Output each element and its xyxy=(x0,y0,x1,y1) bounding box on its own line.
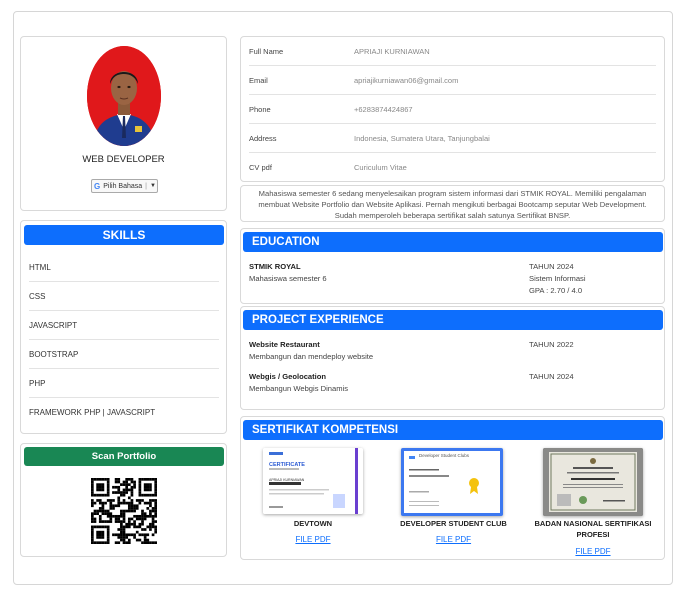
scan-title: Scan Portfolio xyxy=(24,447,224,466)
school-name: STMIK ROYAL xyxy=(249,262,301,271)
certificate-link[interactable]: FILE PDF xyxy=(529,541,657,559)
info-row-address: Address Indonesia, Sumatera Utara, Tanju… xyxy=(249,124,656,153)
project-name: Website Restaurant xyxy=(249,340,320,349)
skill-item: CSS xyxy=(29,282,219,311)
skill-item: JAVASCRIPT xyxy=(29,311,219,340)
certificate-link[interactable]: FILE PDF xyxy=(391,529,516,547)
google-icon: G xyxy=(94,181,101,191)
info-label: Email xyxy=(249,76,268,85)
file-pdf-link[interactable]: FILE PDF xyxy=(295,535,330,544)
certificate-name: DEVTOWN xyxy=(293,519,333,528)
certificate-image-title: CERTIFICATE xyxy=(269,462,305,468)
certificates-card: SERTIFIKAT KOMPETENSI CERTIFICATE APRIAJ… xyxy=(240,416,665,560)
about-text: Mahasiswa semester 6 sedang menyelesaika… xyxy=(240,185,665,222)
project-year: TAHUN 2022 xyxy=(529,340,574,349)
skill-item: FRAMEWORK PHP | JAVASCRIPT xyxy=(29,408,156,417)
certificate-link[interactable]: FILE PDF xyxy=(253,529,373,547)
skill-item: HTML xyxy=(29,253,219,282)
info-value: Indonesia, Sumatera Utara, Tanjungbalai xyxy=(354,134,490,143)
qr-code[interactable] xyxy=(91,478,158,549)
info-label: CV pdf xyxy=(249,163,272,172)
file-pdf-link[interactable]: FILE PDF xyxy=(575,547,610,556)
scan-portfolio-card: Scan Portfolio xyxy=(20,443,227,557)
language-label: Pilih Bahasa xyxy=(103,182,143,190)
certificate-dsc-image[interactable] xyxy=(401,448,503,516)
profile-card: WEB DEVELOPER G Pilih Bahasa | ▼ xyxy=(20,36,227,211)
job-title: WEB DEVELOPER xyxy=(82,154,165,165)
info-row-email: Email apriajikurniawan06@gmail.com xyxy=(249,66,656,95)
education-gpa: GPA : 2.70 / 4.0 xyxy=(529,286,583,295)
education-title: EDUCATION xyxy=(243,232,663,252)
education-card: EDUCATION STMIK ROYAL Mahasiswa semester… xyxy=(240,228,665,304)
projects-title: PROJECT EXPERIENCE xyxy=(243,310,663,330)
skill-item: BOOTSTRAP xyxy=(29,340,219,369)
education-year: TAHUN 2024 xyxy=(529,262,574,271)
project-name: Webgis / Geolocation xyxy=(249,372,327,381)
info-row-phone: Phone +6283874424867 xyxy=(249,95,656,124)
project-year: TAHUN 2024 xyxy=(529,372,574,381)
project-experience-card: PROJECT EXPERIENCE Website Restaurant Me… xyxy=(240,306,665,410)
personal-info-card: Full Name APRIAJI KURNIAWAN Email apriaj… xyxy=(240,36,665,182)
info-value[interactable]: apriajikurniawan06@gmail.com xyxy=(354,76,458,85)
info-label: Address xyxy=(249,134,277,143)
info-row-cv: CV pdf Curiculum Vitae xyxy=(249,153,656,182)
project-desc: Membangun dan mendeploy website xyxy=(249,352,374,361)
certificate-image-name: APRIAJI KURNIAWAN xyxy=(269,478,305,482)
skill-item: PHP xyxy=(29,369,219,398)
language-selector[interactable]: G Pilih Bahasa | ▼ xyxy=(91,179,158,193)
certificate-bnsp-image[interactable] xyxy=(543,448,643,516)
info-row-full-name: Full Name APRIAJI KURNIAWAN xyxy=(249,37,656,66)
certificate-image-title: Developer Student Clubs xyxy=(419,453,470,458)
info-label: Full Name xyxy=(249,47,284,56)
separator: | xyxy=(145,182,147,190)
certificate-name: DEVELOPER STUDENT CLUB xyxy=(400,519,507,528)
education-major: Sistem Informasi xyxy=(529,274,586,283)
cv-link[interactable]: Curiculum Vitae xyxy=(354,163,407,172)
info-value: +6283874424867 xyxy=(354,105,413,114)
file-pdf-link[interactable]: FILE PDF xyxy=(436,535,471,544)
profile-photo xyxy=(87,46,161,146)
chevron-down-icon: ▼ xyxy=(149,183,156,189)
skills-title: SKILLS xyxy=(24,225,224,245)
education-status: Mahasiswa semester 6 xyxy=(249,274,327,283)
certificates-title: SERTIFIKAT KOMPETENSI xyxy=(243,420,663,440)
certificate-name: BADAN NASIONAL SERTIFIKASI PROFESI xyxy=(534,519,652,539)
skills-card: SKILLS HTML CSS JAVASCRIPT BOOTSTRAP PHP… xyxy=(20,220,227,434)
project-desc: Membangun Webgis Dinamis xyxy=(249,384,349,393)
info-label: Phone xyxy=(249,105,271,114)
info-value: APRIAJI KURNIAWAN xyxy=(354,47,430,56)
